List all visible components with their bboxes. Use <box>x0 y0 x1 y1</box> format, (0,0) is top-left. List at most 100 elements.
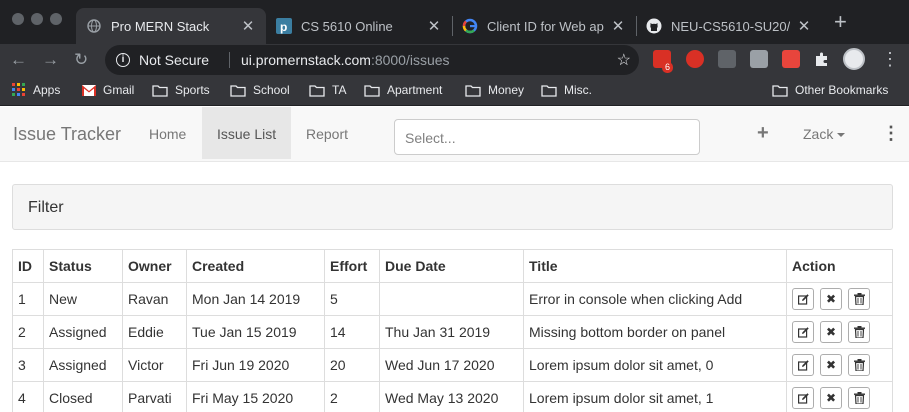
cell-effort: 5 <box>324 282 380 316</box>
browser-tab-cs5610[interactable]: p CS 5610 Online ✕ <box>266 8 452 44</box>
folder-icon <box>309 84 325 97</box>
cell-owner: Victor <box>122 348 187 382</box>
filter-title[interactable]: Filter <box>28 199 64 217</box>
column-header: ID <box>12 249 44 283</box>
react-extension-icon[interactable] <box>750 50 768 68</box>
cell-status: New <box>43 282 123 316</box>
bookmark-apps[interactable]: Apps <box>12 83 60 97</box>
issue-search-select[interactable]: Select... <box>394 119 700 155</box>
table-row[interactable]: 1 New Ravan Mon Jan 14 2019 5 Error in c… <box>12 282 893 316</box>
column-header: Title <box>523 249 787 283</box>
cookie-extension-icon[interactable] <box>782 50 800 68</box>
nav-issue-list[interactable]: Issue List <box>202 107 292 159</box>
cell-status: Assigned <box>43 348 123 382</box>
adblock-extension-icon[interactable] <box>686 50 704 68</box>
cell-owner: Parvati <box>122 381 187 412</box>
trash-icon[interactable] <box>848 321 870 343</box>
tab-close-icon[interactable]: ✕ <box>610 17 626 35</box>
chrome-menu-icon[interactable]: ⋮ <box>881 49 899 69</box>
cell-created: Fri May 15 2020 <box>186 381 325 412</box>
tab-close-icon[interactable]: ✕ <box>240 17 256 35</box>
edit-icon[interactable] <box>792 354 814 376</box>
cell-due-date: Wed Jun 17 2020 <box>379 348 524 382</box>
tab-close-icon[interactable]: ✕ <box>796 17 812 35</box>
security-status[interactable]: Not Secure <box>139 52 209 68</box>
edit-icon[interactable] <box>792 321 814 343</box>
bookmark-sports[interactable]: Sports <box>152 83 210 97</box>
close-icon[interactable]: ✖ <box>820 387 842 409</box>
address-bar[interactable]: i Not Secure ui.promernstack.com:8000/is… <box>105 45 639 75</box>
bookmark-money[interactable]: Money <box>465 83 524 97</box>
bookmark-gmail[interactable]: Gmail <box>82 83 134 97</box>
bookmark-label: Sports <box>175 83 210 97</box>
bookmark-label: School <box>253 83 290 97</box>
column-header: Created <box>186 249 325 283</box>
other-bookmarks[interactable]: Other Bookmarks <box>772 83 888 97</box>
close-icon[interactable]: ✖ <box>820 321 842 343</box>
reload-icon[interactable]: ↻ <box>74 48 88 72</box>
back-icon[interactable]: ← <box>10 48 27 72</box>
select-placeholder: Select... <box>405 130 456 146</box>
bookmark-ta[interactable]: TA <box>309 83 346 97</box>
folder-icon <box>152 84 168 97</box>
browser-tab-pro-mern[interactable]: Pro MERN Stack ✕ <box>76 8 266 44</box>
trash-icon[interactable] <box>848 387 870 409</box>
nav-home[interactable]: Home <box>134 107 201 159</box>
bookmark-misc[interactable]: Misc. <box>541 83 592 97</box>
nav-report[interactable]: Report <box>291 107 363 159</box>
forward-icon[interactable]: → <box>42 48 59 72</box>
bookmarks-bar: Apps Gmail Sports School TA Apartment Mo… <box>0 76 909 106</box>
window-zoom-control[interactable] <box>50 13 62 25</box>
trash-icon[interactable] <box>848 354 870 376</box>
close-icon[interactable]: ✖ <box>820 288 842 310</box>
app-navbar: Issue Tracker Home Issue List Report Sel… <box>0 107 909 162</box>
folder-icon <box>230 84 246 97</box>
add-issue-icon[interactable]: + <box>757 122 769 144</box>
globe-icon <box>86 18 102 34</box>
bookmark-school[interactable]: School <box>230 83 290 97</box>
cell-due-date <box>379 282 524 316</box>
column-header: Due Date <box>379 249 524 283</box>
cell-owner: Eddie <box>122 315 187 349</box>
close-icon[interactable]: ✖ <box>820 354 842 376</box>
bookmark-label: TA <box>332 83 347 97</box>
table-row[interactable]: 3 Assigned Victor Fri Jun 19 2020 20 Wed… <box>12 348 893 382</box>
edit-icon[interactable] <box>792 288 814 310</box>
filter-panel[interactable]: Filter <box>12 184 893 230</box>
window-close-control[interactable] <box>12 13 24 25</box>
app-brand[interactable]: Issue Tracker <box>13 124 121 145</box>
cell-title: Missing bottom border on panel <box>523 315 787 349</box>
info-icon[interactable]: i <box>116 53 130 67</box>
user-dropdown[interactable]: Zack <box>803 126 846 142</box>
folder-icon <box>541 84 557 97</box>
cell-action: ✖ <box>786 348 893 382</box>
app-menu-icon[interactable]: ⋮ <box>882 123 900 143</box>
address-divider <box>229 52 230 68</box>
table-header-row: ID Status Owner Created Effort Due Date … <box>12 249 893 283</box>
bookmark-apartment[interactable]: Apartment <box>364 83 442 97</box>
table-row[interactable]: 4 Closed Parvati Fri May 15 2020 2 Wed M… <box>12 381 893 412</box>
svg-text:p: p <box>280 20 287 34</box>
table-row[interactable]: 2 Assigned Eddie Tue Jan 15 2019 14 Thu … <box>12 315 893 349</box>
profile-avatar[interactable] <box>843 48 865 70</box>
tab-close-icon[interactable]: ✕ <box>426 17 442 35</box>
browser-tab-github[interactable]: NEU-CS5610-SU20/ ✕ <box>636 8 822 44</box>
cell-status: Assigned <box>43 315 123 349</box>
edit-icon[interactable] <box>792 387 814 409</box>
gmail-icon <box>82 84 96 96</box>
trash-icon[interactable] <box>848 288 870 310</box>
column-header: Status <box>43 249 123 283</box>
cell-status: Closed <box>43 381 123 412</box>
cell-action: ✖ <box>786 315 893 349</box>
window-minimize-control[interactable] <box>31 13 43 25</box>
url-text[interactable]: ui.promernstack.com:8000/issues <box>241 52 450 68</box>
puzzle-extensions-icon[interactable] <box>814 51 830 67</box>
new-tab-icon[interactable]: + <box>834 11 847 33</box>
tab-title: Client ID for Web app <box>487 18 604 34</box>
bookmark-label: Money <box>488 83 525 97</box>
browser-tab-client-id[interactable]: Client ID for Web app ✕ <box>452 8 636 44</box>
bookmark-star-icon[interactable]: ☆ <box>617 50 631 70</box>
bookmark-label: Apps <box>33 83 61 97</box>
keyboard-extension-icon[interactable] <box>718 50 736 68</box>
tab-title: NEU-CS5610-SU20/ <box>671 18 790 34</box>
